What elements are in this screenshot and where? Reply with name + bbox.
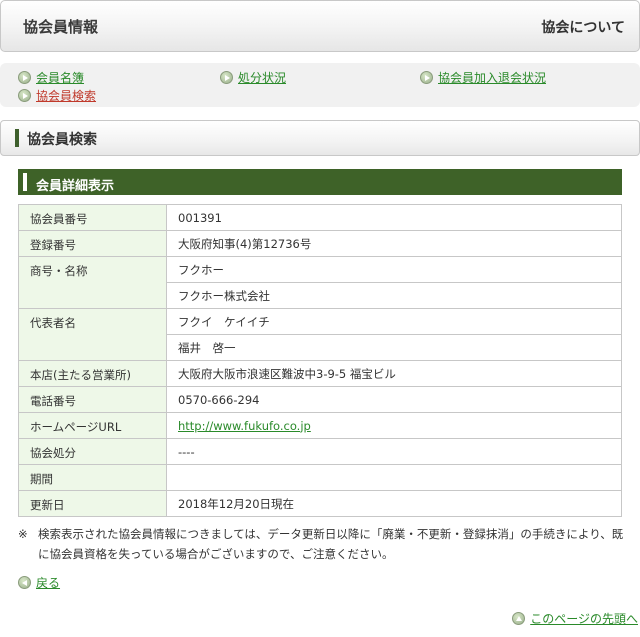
updated-value: 2018年12月20日現在: [166, 490, 622, 517]
head-office-label: 本店(主たる営業所): [18, 360, 167, 387]
page-header: 協会員情報 協会について: [0, 0, 640, 52]
representative-value: 福井 啓一: [166, 334, 622, 361]
disposal-label: 協会処分: [18, 438, 167, 465]
disposal-value: ----: [166, 438, 622, 465]
nav-item-label[interactable]: 協会員加入退会状況: [438, 69, 546, 86]
back-link[interactable]: 戻る: [18, 574, 60, 591]
nav-item-member-search[interactable]: 協会員検索: [18, 87, 96, 104]
table-row: 登録番号 大阪府知事(4)第12736号: [18, 230, 622, 257]
section-title: 協会員検索: [27, 132, 97, 148]
table-row: 更新日 2018年12月20日現在: [18, 490, 622, 517]
page-top-link-label[interactable]: このページの先頭へ: [530, 610, 638, 627]
circle-arrow-right-icon: [18, 89, 31, 102]
notice: ※ 検索表示された協会員情報につきましては、データ更新日以降に「廃業・不更新・登…: [18, 524, 628, 564]
member-no-value: 001391: [166, 204, 622, 231]
homepage-label: ホームページURL: [18, 412, 167, 439]
section-header: 協会員検索: [0, 120, 640, 156]
homepage-link[interactable]: http://www.fukufo.co.jp: [178, 419, 311, 433]
circle-arrow-right-icon: [18, 71, 31, 84]
circle-arrow-up-icon: [512, 612, 526, 625]
section-marker: [15, 129, 19, 147]
period-value: [166, 464, 622, 491]
sub-navigation: 会員名簿 処分状況 協会員加入退会状況 協会員検索: [0, 63, 640, 107]
table-row: 期間: [18, 464, 622, 491]
company-name-kana: フクホー: [166, 256, 622, 283]
table-row: 商号・名称 フクホー: [18, 256, 622, 309]
nav-item-label[interactable]: 協会員検索: [36, 87, 96, 104]
table-row: 協会員番号 001391: [18, 204, 622, 231]
updated-label: 更新日: [18, 490, 167, 517]
phone-value: 0570-666-294: [166, 386, 622, 413]
reg-no-label: 登録番号: [18, 230, 167, 257]
nav-item-membership-status[interactable]: 協会員加入退会状況: [420, 69, 546, 86]
detail-heading-label: 会員詳細表示: [36, 179, 115, 194]
phone-label: 電話番号: [18, 386, 167, 413]
nav-item-member-list[interactable]: 会員名簿: [18, 69, 84, 86]
representative-label: 代表者名: [18, 308, 167, 361]
company-name-value: フクホー株式会社: [166, 282, 622, 309]
table-row: 代表者名 フクイ ケイイチ: [18, 308, 622, 361]
circle-arrow-left-icon: [18, 576, 31, 589]
period-label: 期間: [18, 464, 167, 491]
table-row: ホームページURL http://www.fukufo.co.jp: [18, 412, 622, 439]
back-link-label[interactable]: 戻る: [36, 574, 60, 591]
nav-item-label[interactable]: 会員名簿: [36, 69, 84, 86]
table-row: 電話番号 0570-666-294: [18, 386, 622, 413]
about-association-link[interactable]: 協会について: [541, 17, 625, 37]
nav-item-label[interactable]: 処分状況: [238, 69, 286, 86]
homepage-cell: http://www.fukufo.co.jp: [166, 412, 622, 439]
notice-mark: ※: [18, 527, 28, 541]
page-title: 協会員情報: [23, 18, 99, 36]
page-top-link[interactable]: このページの先頭へ: [512, 610, 638, 627]
reg-no-value: 大阪府知事(4)第12736号: [166, 230, 622, 257]
head-office-value: 大阪府大阪市浪速区難波中3-9-5 福宝ビル: [166, 360, 622, 387]
member-detail-table: 協会員番号 001391 登録番号 大阪府知事(4)第12736号 商号・名称 …: [18, 204, 622, 517]
table-row: 協会処分 ----: [18, 438, 622, 465]
member-no-label: 協会員番号: [18, 204, 167, 231]
table-row: 本店(主たる営業所) 大阪府大阪市浪速区難波中3-9-5 福宝ビル: [18, 360, 622, 387]
company-name-label: 商号・名称: [18, 256, 167, 309]
circle-arrow-right-icon: [420, 71, 433, 84]
circle-arrow-right-icon: [220, 71, 233, 84]
detail-heading: 会員詳細表示: [18, 169, 622, 195]
representative-kana: フクイ ケイイチ: [166, 308, 622, 335]
heading-marker: [23, 173, 27, 191]
nav-item-disposal-status[interactable]: 処分状況: [220, 69, 286, 86]
notice-text: 検索表示された協会員情報につきましては、データ更新日以降に「廃業・不更新・登録抹…: [38, 527, 624, 561]
